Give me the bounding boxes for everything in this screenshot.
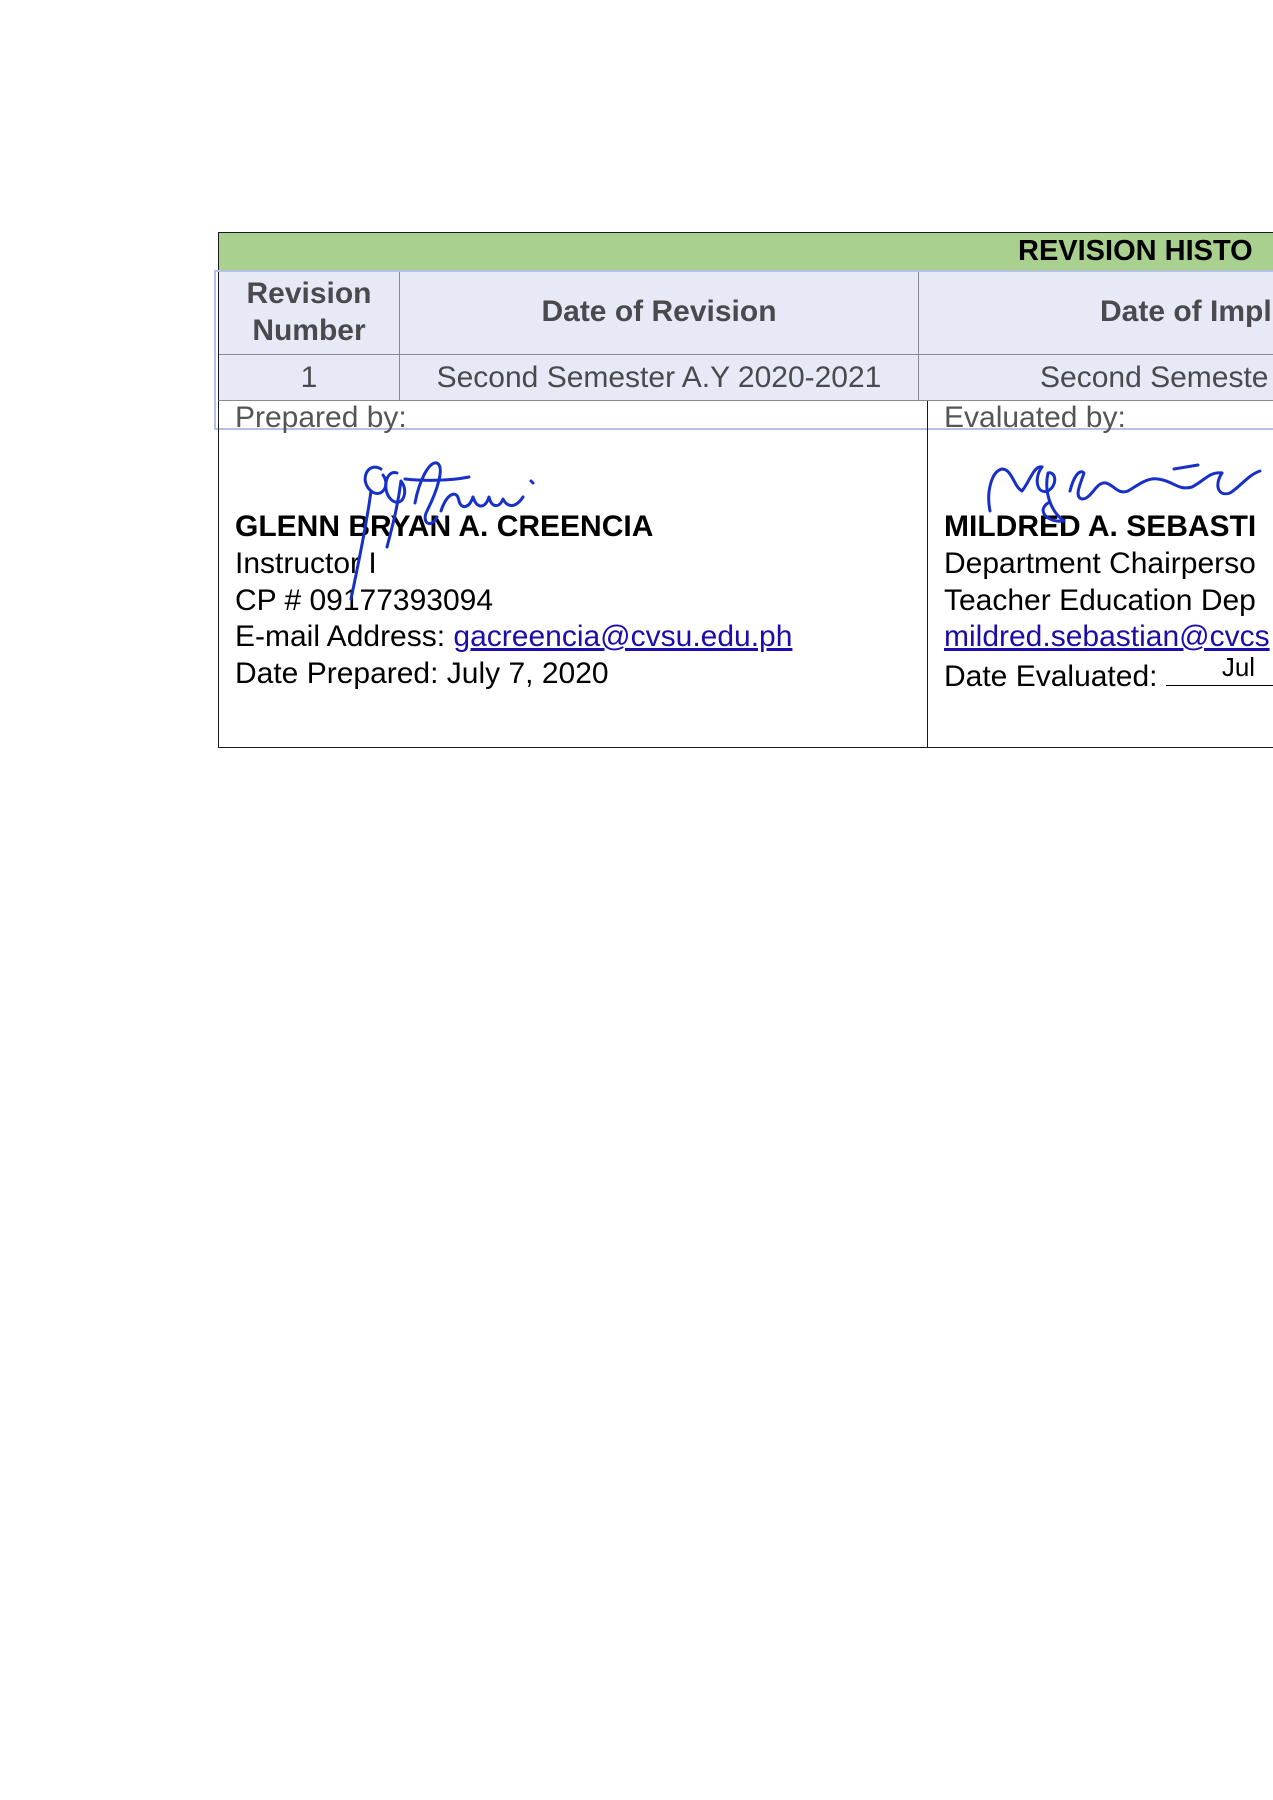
- revision-history-title: REVISION HISTO: [1018, 235, 1253, 267]
- preparer-date: Date Prepared: July 7, 2020: [235, 657, 609, 690]
- evaluated-by-label: Evaluated by:: [944, 401, 1126, 434]
- preparer-email-link[interactable]: gacreencia@cvsu.edu.ph: [453, 620, 792, 653]
- header-revision-number: Revision Number: [219, 271, 400, 354]
- revision-history-title-band: REVISION HISTO: [219, 233, 1273, 271]
- header-date-of-revision: Date of Revision: [400, 271, 919, 354]
- evaluator-date-blank: Jul: [1165, 652, 1273, 686]
- preparer-position: Instructor I: [235, 547, 377, 580]
- cell-revision-number: 1: [219, 355, 400, 401]
- evaluator-date-label: Date Evaluated:: [944, 660, 1166, 693]
- evaluator-date-value: Jul: [1221, 652, 1256, 682]
- evaluator-name: MILDRED A. SEBASTI: [944, 510, 1257, 543]
- evaluator-signature: [987, 463, 1262, 523]
- evaluated-by-cell: Evaluated by: MILDRED A. SEBASTI Departm…: [928, 401, 1273, 747]
- evaluator-email-link[interactable]: mildred.sebastian@cvcs: [944, 620, 1270, 654]
- evaluator-position: Department Chairperso: [944, 547, 1256, 580]
- signatories-table: Prepared by: GLENN BRYAN A. CREENCIA Ins…: [218, 400, 1273, 748]
- prepared-by-cell: Prepared by: GLENN BRYAN A. CREENCIA Ins…: [219, 401, 928, 747]
- cell-date-of-revision: Second Semester A.Y 2020-2021: [400, 355, 919, 401]
- cell-date-of-implementation: Second Semeste: [1040, 361, 1269, 394]
- revision-history-header-row: Revision Number Date of Revision Date of…: [219, 271, 1273, 355]
- preparer-name: GLENN BRYAN A. CREENCIA: [235, 510, 654, 543]
- preparer-email-label: E-mail Address:: [235, 620, 454, 653]
- table-row: 1 Second Semester A.Y 2020-2021 Second S…: [219, 355, 1273, 401]
- evaluator-date-line: Date Evaluated: Jul: [944, 652, 1273, 694]
- evaluator-department: Teacher Education Dep: [944, 584, 1256, 617]
- prepared-by-label: Prepared by:: [235, 401, 407, 434]
- header-date-of-implementation: Date of Impl: [1100, 295, 1272, 329]
- preparer-email-line: E-mail Address: gacreencia@cvsu.edu.ph: [235, 620, 792, 654]
- revision-history-table: REVISION HISTO Revision Number Date of R…: [218, 232, 1273, 401]
- preparer-phone: CP # 09177393094: [235, 584, 494, 617]
